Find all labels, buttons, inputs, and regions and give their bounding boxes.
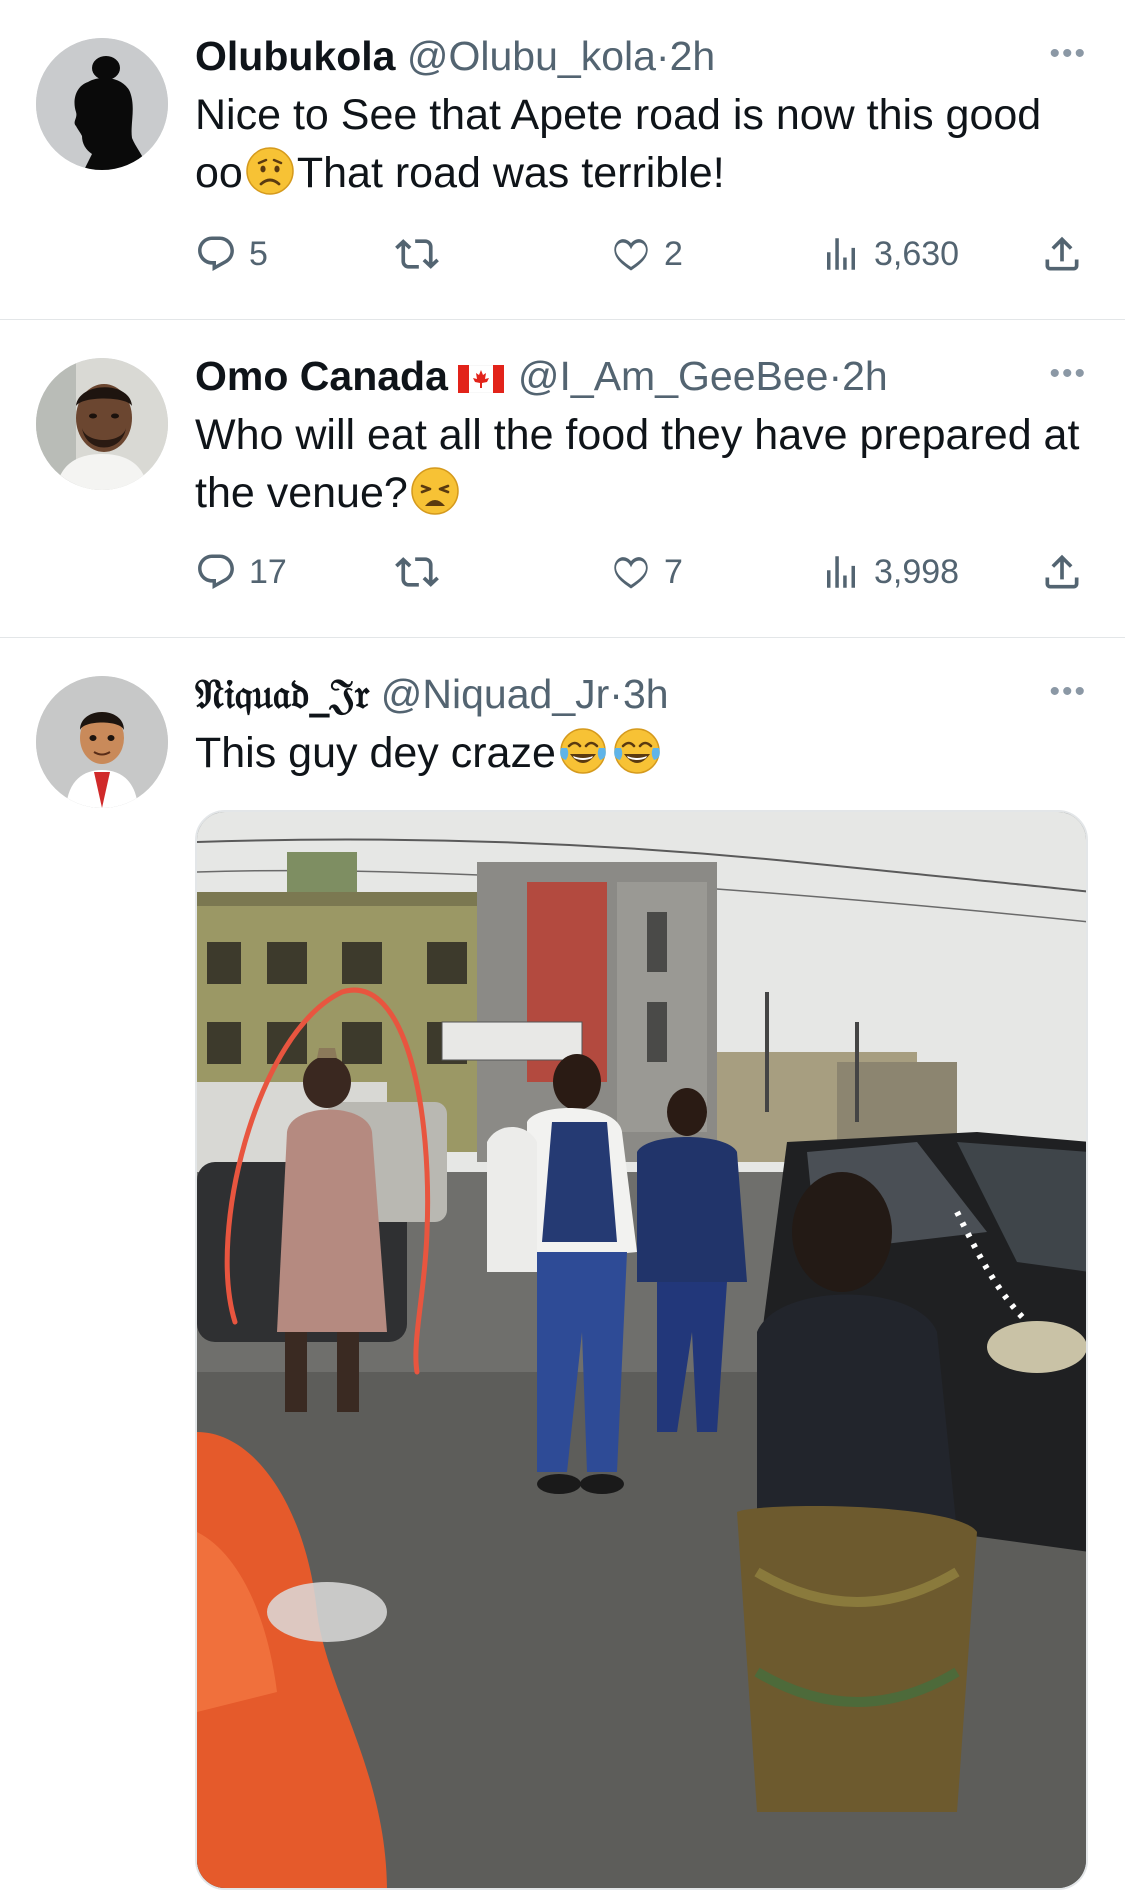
reply-button[interactable]: 5 — [195, 224, 268, 284]
retweet-button[interactable] — [395, 542, 451, 602]
silhouette-avatar-image — [36, 38, 168, 170]
tweet-body: Olubukola @Olubu_kola·2h Nice to See tha… — [195, 30, 1095, 202]
street-video-thumbnail-image — [197, 812, 1086, 1888]
tweet-actions: 17 7 3,998 — [195, 542, 1095, 602]
worried-face-emoji-icon — [246, 147, 294, 195]
retweet-button[interactable] — [395, 224, 451, 284]
tweet-text: Who will eat all the food they have prep… — [195, 406, 1095, 522]
separator-dot: · — [609, 671, 623, 717]
tweet[interactable]: ••• Omo Canada @I_Am_GeeBee·2h Who will … — [0, 320, 1125, 638]
heart-icon — [614, 239, 648, 271]
tweet-actions: 5 2 3,630 — [195, 224, 1095, 284]
tweet-header: 𝔑𝔦𝔮𝔲𝔞𝔡_𝔍𝔯 @Niquad_Jr·3h — [195, 668, 1095, 720]
like-count: 2 — [664, 234, 683, 273]
views-button[interactable]: 3,630 — [820, 224, 959, 284]
display-name[interactable]: Omo Canada — [195, 353, 448, 399]
user-handle[interactable]: @Niquad_Jr — [381, 671, 610, 717]
tweet[interactable]: ••• Olubukola @Olubu_kola·2h Nice to See… — [0, 0, 1125, 320]
reply-count: 17 — [249, 552, 287, 591]
tweet-header: Olubukola @Olubu_kola·2h — [195, 30, 1095, 82]
like-count: 7 — [664, 552, 683, 591]
avatar[interactable] — [36, 358, 168, 490]
like-button[interactable]: 7 — [610, 542, 683, 602]
face-with-tears-of-joy-emoji-icon — [614, 728, 660, 774]
view-count: 3,630 — [874, 234, 960, 273]
weary-face-emoji-icon — [411, 467, 459, 515]
man-portrait-avatar-image — [36, 358, 168, 490]
tweet-text: This guy dey craze — [195, 724, 1095, 782]
avatar[interactable] — [36, 38, 168, 170]
heart-icon — [614, 557, 648, 589]
user-handle[interactable]: @Olubu_kola — [407, 33, 656, 79]
user-handle[interactable]: @I_Am_GeeBee — [518, 353, 829, 399]
views-button[interactable]: 3,998 — [820, 542, 959, 602]
face-with-tears-of-joy-emoji-icon — [560, 728, 606, 774]
tweet-text-part: This guy dey craze — [195, 729, 556, 777]
reply-bubble-icon — [198, 236, 234, 271]
views-bar-chart-icon — [827, 556, 855, 588]
like-button[interactable]: 2 — [610, 224, 683, 284]
reply-button[interactable]: 17 — [195, 542, 287, 602]
display-name[interactable]: Olubukola — [195, 33, 395, 79]
tweet-text: Nice to See that Apete road is now this … — [195, 86, 1095, 202]
retweet-icon — [395, 239, 439, 269]
separator-dot: · — [655, 33, 670, 79]
views-bar-chart-icon — [827, 238, 855, 270]
view-count: 3,998 — [874, 552, 960, 591]
timestamp[interactable]: 3h — [623, 671, 669, 717]
canada-flag-icon — [457, 365, 504, 393]
reply-count: 5 — [249, 234, 268, 273]
timestamp[interactable]: 2h — [670, 33, 716, 79]
cartoon-doctor-avatar-image — [36, 676, 168, 808]
retweet-icon — [395, 557, 439, 587]
share-button[interactable] — [1040, 542, 1084, 602]
avatar[interactable] — [36, 676, 168, 808]
share-upload-icon — [1045, 236, 1079, 271]
tweet-media-video[interactable] — [195, 810, 1088, 1890]
tweet-header: Omo Canada @I_Am_GeeBee·2h — [195, 350, 1095, 402]
reply-bubble-icon — [198, 554, 234, 589]
share-upload-icon — [1045, 554, 1079, 589]
tweet-body: 𝔑𝔦𝔮𝔲𝔞𝔡_𝔍𝔯 @Niquad_Jr·3h This guy dey cra… — [195, 668, 1095, 782]
timestamp[interactable]: 2h — [842, 353, 888, 399]
tweet-body: Omo Canada @I_Am_GeeBee·2h Who will eat … — [195, 350, 1095, 522]
tweet-text-part: Who will eat all the food they have prep… — [195, 411, 1080, 517]
display-name[interactable]: 𝔑𝔦𝔮𝔲𝔞𝔡_𝔍𝔯 — [195, 670, 369, 718]
separator-dot: · — [828, 353, 843, 399]
share-button[interactable] — [1040, 224, 1084, 284]
tweet-text-part: That road was terrible! — [296, 149, 725, 197]
